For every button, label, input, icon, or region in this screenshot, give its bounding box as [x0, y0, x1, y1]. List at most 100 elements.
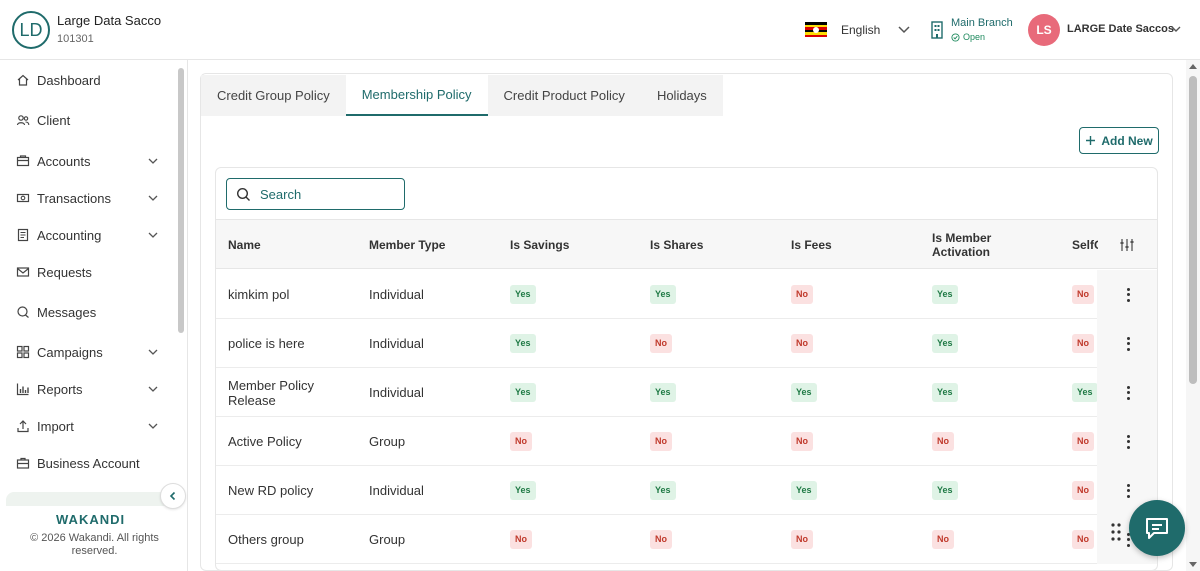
- cell-member-type: Individual: [369, 287, 424, 302]
- cell-flag: No: [1072, 515, 1094, 564]
- column-header-member-type[interactable]: Member Type: [369, 220, 445, 270]
- cell-member-type: Group: [369, 434, 406, 449]
- cell-flag: Yes: [791, 368, 817, 417]
- table-row[interactable]: Active Policy Group No No No No No: [216, 417, 1157, 466]
- cell-flag: No: [1072, 417, 1094, 466]
- sidebar-item-label: Campaigns: [37, 344, 103, 360]
- sidebar-item-accounting[interactable]: Accounting: [0, 220, 175, 250]
- sidebar-item-campaigns[interactable]: Campaigns: [0, 337, 175, 367]
- page-scrollbar[interactable]: [1186, 60, 1200, 571]
- chat-icon: [17, 306, 29, 318]
- tab-holidays[interactable]: Holidays: [641, 75, 723, 116]
- status-badge: Yes: [932, 334, 958, 353]
- more-vertical-icon[interactable]: [1126, 385, 1130, 400]
- add-new-button[interactable]: Add New: [1079, 127, 1159, 154]
- cell-flag: Yes: [932, 270, 958, 319]
- column-header-selfo[interactable]: SelfO: [1072, 220, 1098, 270]
- cell-flag: No: [791, 515, 813, 564]
- cell-flag: No: [791, 270, 813, 319]
- scrollbar-thumb[interactable]: [1189, 76, 1197, 384]
- sidebar-item-label: Business Account: [37, 455, 140, 471]
- table-row[interactable]: police is here Individual Yes No No Yes No: [216, 319, 1157, 368]
- branch-status: Open: [951, 32, 985, 42]
- row-actions: [1097, 319, 1157, 368]
- status-badge: No: [650, 530, 672, 549]
- chevron-down-icon[interactable]: [1170, 23, 1182, 35]
- status-badge: Yes: [791, 383, 817, 402]
- more-vertical-icon[interactable]: [1126, 287, 1130, 302]
- table-row[interactable]: kimkim pol Individual Yes Yes No Yes No: [216, 270, 1157, 319]
- column-header-is-fees[interactable]: Is Fees: [791, 220, 832, 270]
- sidebar-item-label: Requests: [37, 264, 92, 280]
- sidebar-item-reports[interactable]: Reports: [0, 374, 175, 404]
- user-name[interactable]: LARGE Date Saccos: [1067, 23, 1174, 35]
- status-badge: Yes: [650, 383, 676, 402]
- user-avatar[interactable]: LS: [1028, 14, 1060, 46]
- more-vertical-icon[interactable]: [1126, 336, 1130, 351]
- cell-flag: No: [650, 319, 672, 368]
- chevron-down-icon[interactable]: [147, 192, 159, 204]
- org-avatar[interactable]: LD: [12, 11, 50, 49]
- chat-support-button[interactable]: [1129, 500, 1185, 556]
- column-header-is-savings[interactable]: Is Savings: [510, 220, 569, 270]
- brand-logo: WAKANDI: [56, 512, 126, 527]
- drag-handle-icon[interactable]: [1110, 522, 1126, 542]
- briefcase-icon: [16, 457, 30, 469]
- cell-name: Others group: [228, 532, 304, 547]
- chevron-down-icon[interactable]: [147, 383, 159, 395]
- sidebar-item-transactions[interactable]: Transactions: [0, 183, 175, 213]
- table-row[interactable]: New RD policy Individual Yes Yes Yes Yes No: [216, 466, 1157, 515]
- home-icon: [17, 74, 29, 86]
- branch-name[interactable]: Main Branch: [951, 17, 1013, 29]
- status-badge: No: [932, 432, 954, 451]
- chevron-down-icon[interactable]: [147, 155, 159, 167]
- sidebar-item-client[interactable]: Client: [0, 105, 175, 135]
- branch-status-label: Open: [963, 32, 986, 42]
- cell-name: Member Policy Release: [228, 377, 314, 408]
- cell-flag: No: [650, 515, 672, 564]
- sidebar-item-label: Reports: [37, 381, 83, 397]
- status-badge: No: [791, 432, 813, 451]
- chevron-down-icon[interactable]: [147, 229, 159, 241]
- cell-flag: No: [510, 417, 532, 466]
- bar-chart-icon: [16, 383, 29, 396]
- collapse-sidebar-button[interactable]: [160, 483, 186, 509]
- scroll-down-arrow-icon[interactable]: [1189, 562, 1197, 567]
- sidebar-item-dashboard[interactable]: Dashboard: [0, 65, 175, 95]
- org-code: 101301: [57, 33, 94, 45]
- search-box[interactable]: [226, 178, 405, 210]
- cell-member-type: Individual: [369, 483, 424, 498]
- column-settings-icon[interactable]: [1119, 237, 1135, 253]
- table-row[interactable]: Member Policy Release Individual Yes Yes Yes…: [216, 368, 1157, 417]
- column-header-is-member-activation[interactable]: Is Member Activation: [932, 220, 1022, 270]
- column-header-is-shares[interactable]: Is Shares: [650, 220, 703, 270]
- sidebar-item-accounts[interactable]: Accounts: [0, 146, 175, 176]
- column-header-name[interactable]: Name: [228, 220, 261, 270]
- tab-membership-policy[interactable]: Membership Policy: [345, 75, 488, 116]
- cell-flag: No: [932, 417, 954, 466]
- scroll-up-arrow-icon[interactable]: [1189, 64, 1197, 69]
- table-row[interactable]: Others group Group No No No No No: [216, 515, 1157, 564]
- cell-member-type: Group: [369, 532, 406, 547]
- cell-flag: No: [650, 417, 672, 466]
- sidebar-item-requests[interactable]: Requests: [0, 257, 175, 287]
- language-select[interactable]: English: [841, 23, 880, 37]
- sidebar-item-label: Import: [37, 418, 74, 434]
- tab-credit-group-policy[interactable]: Credit Group Policy: [201, 75, 346, 116]
- tab-credit-product-policy[interactable]: Credit Product Policy: [488, 75, 641, 116]
- status-badge: No: [1072, 432, 1094, 451]
- uganda-flag-icon[interactable]: [805, 22, 827, 37]
- building-icon: [931, 21, 943, 39]
- more-vertical-icon[interactable]: [1126, 483, 1130, 498]
- search-input[interactable]: [260, 186, 390, 202]
- chevron-down-icon[interactable]: [147, 420, 159, 432]
- more-vertical-icon[interactable]: [1126, 434, 1130, 449]
- users-icon: [16, 115, 30, 126]
- sidebar-item-messages[interactable]: Messages: [0, 297, 175, 327]
- sidebar-scrollbar[interactable]: [178, 68, 184, 333]
- cell-member-type: Individual: [369, 385, 424, 400]
- sidebar-item-business-account[interactable]: Business Account: [0, 448, 175, 478]
- chevron-down-icon[interactable]: [147, 346, 159, 358]
- chevron-down-icon[interactable]: [897, 22, 911, 36]
- sidebar-item-import[interactable]: Import: [0, 411, 175, 441]
